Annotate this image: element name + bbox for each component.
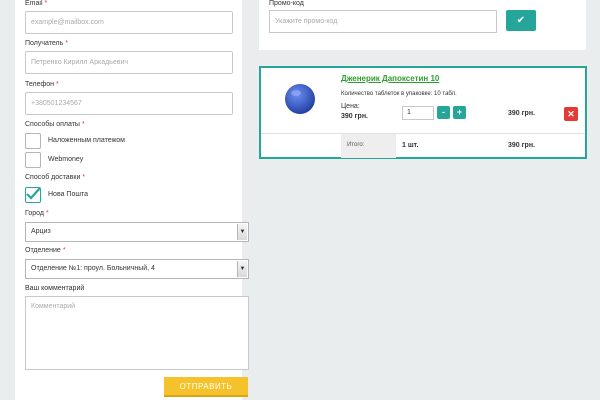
payment-webmoney-label: Webmoney [48,156,84,163]
comment-field[interactable]: Комментарий [25,296,249,370]
city-label: Город * [25,210,49,217]
cart-item-panel: Дженерик Дапоксетин 10 Количество таблет… [259,66,587,159]
comment-label: Ваш комментарий [25,285,85,292]
close-icon: ✕ [567,109,575,119]
increase-quantity-button[interactable]: + [453,106,466,119]
promo-label: Промо-код [269,0,304,7]
total-quantity: 1 шт. [402,142,419,149]
recipient-label: Получатель * [25,40,68,47]
remove-item-button[interactable]: ✕ [564,107,578,121]
city-select[interactable]: Арциз ▼ [25,222,249,242]
pill-image [285,84,315,114]
phone-field[interactable]: +380501234567 [25,92,233,115]
product-description: Количество таблеток в упаковке: 10 табл. [341,91,457,97]
branch-select[interactable]: Отделение №1: проул. Больничный, 4 ▼ [25,259,249,279]
email-label: Email * [25,0,48,7]
price-value: 390 грн. [341,113,368,120]
submit-button[interactable]: ОТПРАВИТЬ [164,377,248,397]
branch-label: Отделение * [25,247,66,254]
price-label: Цена: [341,103,360,110]
payment-cod-label: Наложенным платежом [48,137,125,144]
delivery-label: Способ доставки * [25,174,86,181]
delivery-novaposhta-label: Нова Пошта [48,191,88,198]
branch-value: Отделение №1: проул. Больничный, 4 [31,265,155,272]
email-field[interactable]: example@mailbox.com [25,11,233,34]
quantity-input[interactable]: 1 [402,106,434,120]
payment-webmoney-checkbox[interactable] [25,152,41,168]
promo-code-input[interactable]: Укажите промо-код [269,10,497,33]
decrease-quantity-button[interactable]: - [437,106,450,119]
payment-label: Способы оплаты * [25,121,85,128]
check-icon [26,187,41,200]
city-value: Арциз [31,228,51,235]
recipient-field[interactable]: Петренко Кирилл Аркадьевич [25,51,233,74]
promo-panel: Промо-код Укажите промо-код ✔ [259,0,586,50]
dropdown-arrow-icon[interactable]: ▼ [237,224,247,240]
line-total: 390 грн. [508,110,535,117]
check-icon: ✔ [516,15,526,26]
dropdown-arrow-icon[interactable]: ▼ [237,261,247,277]
total-sum: 390 грн. [508,142,535,149]
phone-label: Телефон * [25,81,59,88]
total-label: Итого: [341,134,396,158]
product-link[interactable]: Дженерик Дапоксетин 10 [341,74,439,83]
apply-promo-button[interactable]: ✔ [506,10,536,31]
cart-totals: Итого: 1 шт. 390 грн. [261,133,585,158]
delivery-novaposhta-checkbox[interactable] [25,187,41,203]
payment-cod-checkbox[interactable] [25,133,41,149]
checkout-form: Email * example@mailbox.com Получатель * П… [15,0,249,400]
